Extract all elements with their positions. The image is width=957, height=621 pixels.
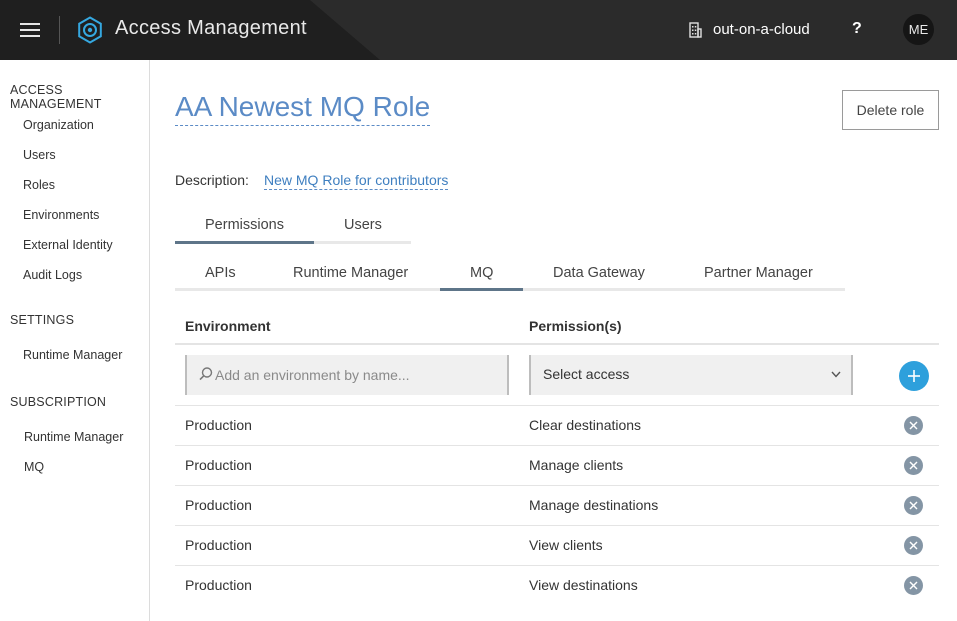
tab-users[interactable]: Users	[344, 217, 382, 233]
row-1-permission: Clear destinations	[529, 417, 642, 433]
sidebar-item-subscription-runtime-manager[interactable]: Runtime Manager	[24, 430, 123, 444]
column-header-environment: Environment	[185, 318, 271, 334]
row-divider	[175, 525, 939, 526]
sidebar-item-audit-logs[interactable]: Audit Logs	[23, 268, 82, 282]
sidebar-item-roles[interactable]: Roles	[23, 178, 55, 192]
close-icon	[909, 541, 918, 550]
row-3-environment: Production	[185, 497, 252, 513]
sidebar: ACCESS MANAGEMENT Organization Users Rol…	[0, 60, 150, 621]
org-selector[interactable]: out-on-a-cloud	[713, 21, 810, 38]
app-title: Access Management	[115, 17, 307, 39]
avatar[interactable]: ME	[903, 14, 934, 45]
access-select[interactable]: Select access	[529, 355, 853, 395]
environment-search-input[interactable]	[215, 355, 505, 395]
row-divider	[175, 565, 939, 566]
plus-icon	[908, 370, 920, 382]
tab-permissions[interactable]: Permissions	[205, 217, 284, 233]
active-tab-indicator	[175, 241, 314, 244]
remove-row-1-button[interactable]	[904, 416, 923, 435]
header-divider	[59, 16, 60, 44]
chevron-down-icon	[831, 371, 841, 378]
tab-apis[interactable]: APIs	[205, 265, 236, 281]
close-icon	[909, 501, 918, 510]
description-value[interactable]: New MQ Role for contributors	[264, 172, 449, 190]
row-3-permission: Manage destinations	[529, 497, 659, 513]
access-select-value: Select access	[543, 366, 630, 382]
column-header-permissions: Permission(s)	[529, 318, 622, 334]
sidebar-item-external-identity[interactable]: External Identity	[23, 238, 113, 252]
sidebar-section-subscription: SUBSCRIPTION	[10, 395, 107, 409]
hamburger-icon[interactable]	[20, 22, 40, 38]
row-2-permission: Manage clients	[529, 457, 624, 473]
top-bar: Access Management out-on-a-cloud ? ME	[0, 0, 957, 60]
description-label: Description:	[175, 172, 249, 188]
tab-runtime-manager[interactable]: Runtime Manager	[293, 265, 408, 281]
search-icon	[199, 367, 213, 381]
row-divider	[175, 445, 939, 446]
row-1-environment: Production	[185, 417, 252, 433]
row-divider	[175, 485, 939, 486]
sidebar-item-users[interactable]: Users	[23, 148, 56, 162]
remove-row-5-button[interactable]	[904, 576, 923, 595]
close-icon	[909, 421, 918, 430]
sidebar-item-subscription-mq[interactable]: MQ	[24, 460, 44, 474]
tab-data-gateway[interactable]: Data Gateway	[553, 265, 645, 281]
row-2-environment: Production	[185, 457, 252, 473]
sidebar-section-access-management: ACCESS MANAGEMENT	[10, 83, 102, 111]
close-icon	[909, 461, 918, 470]
row-4-permission: View clients	[529, 537, 603, 553]
row-5-environment: Production	[185, 577, 252, 593]
page-title[interactable]: AA Newest MQ Role	[175, 90, 431, 126]
remove-row-4-button[interactable]	[904, 536, 923, 555]
sidebar-item-organization[interactable]: Organization	[23, 118, 94, 132]
tab-partner-manager[interactable]: Partner Manager	[704, 265, 813, 281]
sidebar-item-environments[interactable]: Environments	[23, 208, 99, 222]
secondary-tabs: APIs Runtime Manager MQ Data Gateway Par…	[175, 258, 845, 291]
delete-role-button[interactable]: Delete role	[842, 90, 939, 130]
row-divider	[175, 405, 939, 406]
remove-row-2-button[interactable]	[904, 456, 923, 475]
help-button[interactable]: ?	[852, 20, 862, 38]
add-permission-button[interactable]	[899, 361, 929, 391]
close-icon	[909, 581, 918, 590]
row-4-environment: Production	[185, 537, 252, 553]
sidebar-item-settings-runtime-manager[interactable]: Runtime Manager	[23, 348, 122, 362]
tab-mq[interactable]: MQ	[470, 265, 493, 281]
row-5-permission: View destinations	[529, 577, 638, 593]
gear-logo-icon	[78, 16, 102, 44]
active-subtab-indicator	[440, 288, 523, 291]
remove-row-3-button[interactable]	[904, 496, 923, 515]
environment-search-box	[185, 355, 509, 395]
header-divider-line	[175, 343, 939, 345]
building-icon	[689, 22, 702, 38]
sidebar-section-settings: SETTINGS	[10, 313, 75, 327]
primary-tabs: Permissions Users	[175, 210, 411, 244]
